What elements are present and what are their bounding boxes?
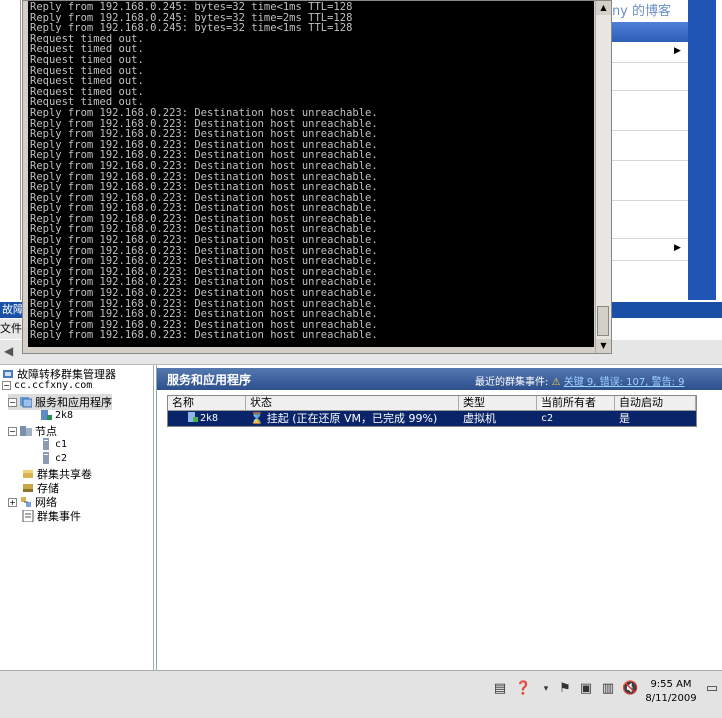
submenu-arrow-icon: ▶ — [674, 46, 681, 56]
back-icon[interactable]: ◀ — [4, 344, 13, 358]
tree-item-events-label: 群集事件 — [37, 510, 81, 523]
tree-item-events[interactable]: 群集事件 — [22, 508, 81, 524]
content-pane: 服务和应用程序 最近的群集事件: ⚠ 关键 9, 错误: 107, 警告: 9 … — [156, 365, 722, 670]
left-gutter — [0, 0, 21, 300]
scroll-thumb[interactable] — [597, 306, 609, 336]
scroll-down-icon[interactable]: ▼ — [596, 339, 611, 353]
command-prompt-window: Reply from 192.168.0.245: bytes=32 time<… — [22, 0, 612, 354]
clock-date: 8/11/2009 — [645, 693, 697, 704]
actions-scrollbar[interactable] — [688, 0, 716, 300]
expand-icon[interactable]: + — [8, 497, 17, 507]
cell-owner: c2 — [541, 413, 554, 424]
action-item[interactable] — [612, 90, 688, 131]
cell-type: 虚拟机 — [463, 412, 496, 425]
scroll-up-icon[interactable]: ▲ — [596, 1, 611, 15]
event-log-icon — [22, 509, 34, 523]
storage-icon — [22, 482, 34, 494]
column-header-name[interactable]: 名称 — [168, 396, 246, 410]
network-tray-icon[interactable]: ▥ — [600, 681, 616, 697]
shared-volume-icon — [22, 468, 34, 480]
action-item[interactable] — [612, 130, 688, 161]
actions-header[interactable] — [612, 22, 688, 42]
nodes-icon — [20, 425, 32, 437]
server-icon — [40, 438, 52, 450]
services-table: 名称 状态 类型 当前所有者 自动启动 2k8 ⌛ 挂起 (正在还原 VM，已完… — [167, 395, 697, 427]
table-row[interactable]: 2k8 ⌛ 挂起 (正在还原 VM，已完成 99%) 虚拟机 c2 是 — [168, 411, 696, 426]
volume-muted-icon[interactable]: 🔇 — [622, 681, 638, 697]
recent-events: 最近的群集事件: ⚠ 关键 9, 错误: 107, 警告: 9 — [475, 373, 685, 388]
taskbar: ▤ ❓ ▾ ⚑ ▣ ▥ 🔇 9:55 AM 8/11/2009 ▭ — [0, 670, 722, 718]
submenu-arrow-icon: ▶ — [674, 243, 681, 253]
clock[interactable]: 9:55 AM 8/11/2009 — [640, 678, 702, 706]
services-icon — [20, 396, 33, 408]
tree-item-nodes-label: 节点 — [35, 425, 57, 438]
column-header-autostart[interactable]: 自动启动 — [615, 396, 696, 410]
window-title: 故障 — [2, 303, 24, 316]
recent-events-link[interactable]: 关键 9, 错误: 107, 警告: 9 — [564, 377, 685, 388]
content-title: 服务和应用程序 — [167, 373, 252, 387]
vm-icon — [188, 411, 198, 426]
column-header-status[interactable]: 状态 — [246, 396, 459, 410]
cell-status-text: 挂起 (正在还原 VM，已完成 99%) — [266, 412, 438, 425]
cluster-manager-icon — [2, 368, 14, 380]
console-text: Reply from 192.168.0.245: bytes=32 time<… — [30, 1, 378, 342]
cell-name-text: 2k8 — [200, 413, 219, 424]
tree-item-2k8[interactable]: 2k8 — [40, 409, 73, 421]
tree-item-node-c1[interactable]: c1 — [40, 438, 67, 450]
action-item[interactable]: ▶ — [612, 42, 688, 63]
collapse-icon[interactable]: − — [8, 426, 17, 436]
tree-item-node-c2[interactable]: c2 — [40, 452, 67, 464]
action-item[interactable] — [612, 200, 688, 239]
column-header-type[interactable]: 类型 — [459, 396, 537, 410]
cell-name: 2k8 — [168, 411, 246, 426]
navigation-tree: 故障转移群集管理器 − cc.ccfxny.com − 服务和应用程序 2k8 … — [0, 365, 154, 670]
tree-item-services[interactable]: − 服务和应用程序 — [8, 394, 112, 410]
help-icon[interactable]: ❓ — [515, 681, 531, 697]
table-header: 名称 状态 类型 当前所有者 自动启动 — [168, 396, 696, 411]
clock-time: 9:55 AM — [650, 679, 692, 690]
action-item[interactable] — [612, 160, 688, 201]
console-output[interactable]: Reply from 192.168.0.245: bytes=32 time<… — [28, 1, 594, 347]
show-desktop-icon[interactable]: ▭ — [704, 681, 720, 697]
network-icon — [20, 496, 32, 508]
action-item[interactable]: ▶ — [612, 238, 688, 261]
server-icon — [40, 452, 52, 464]
tree-item-2k8-label: 2k8 — [55, 409, 74, 421]
content-header: 服务和应用程序 最近的群集事件: ⚠ 关键 9, 错误: 107, 警告: 9 — [157, 368, 722, 390]
console-scrollbar[interactable]: ▲ ▼ — [595, 1, 611, 353]
tree-cluster[interactable]: − cc.ccfxny.com — [2, 380, 92, 391]
flag-icon[interactable]: ⚑ — [557, 681, 573, 697]
tree-item-node-c1-label: c1 — [55, 438, 68, 450]
tray-icon[interactable]: ▤ — [492, 681, 508, 697]
tree-cluster-label: cc.ccfxny.com — [14, 380, 93, 391]
tree-item-nodes[interactable]: − 节点 — [8, 423, 57, 439]
cell-status: ⌛ 挂起 (正在还原 VM，已完成 99%) — [246, 411, 459, 426]
collapse-icon[interactable]: − — [8, 397, 17, 407]
action-item[interactable] — [612, 62, 688, 91]
vm-icon — [40, 409, 52, 421]
collapse-icon[interactable]: − — [2, 381, 11, 390]
recent-events-label: 最近的群集事件: — [475, 377, 549, 388]
warning-icon: ⚠ — [551, 377, 561, 388]
tree-item-services-label: 服务和应用程序 — [35, 396, 112, 409]
column-header-owner[interactable]: 当前所有者 — [537, 396, 615, 410]
cell-autostart: 是 — [619, 412, 630, 425]
chevron-down-icon[interactable]: ▾ — [538, 681, 554, 697]
device-icon[interactable]: ▣ — [578, 681, 594, 697]
hourglass-icon: ⌛ — [250, 412, 264, 425]
tree-item-node-c2-label: c2 — [55, 452, 68, 464]
